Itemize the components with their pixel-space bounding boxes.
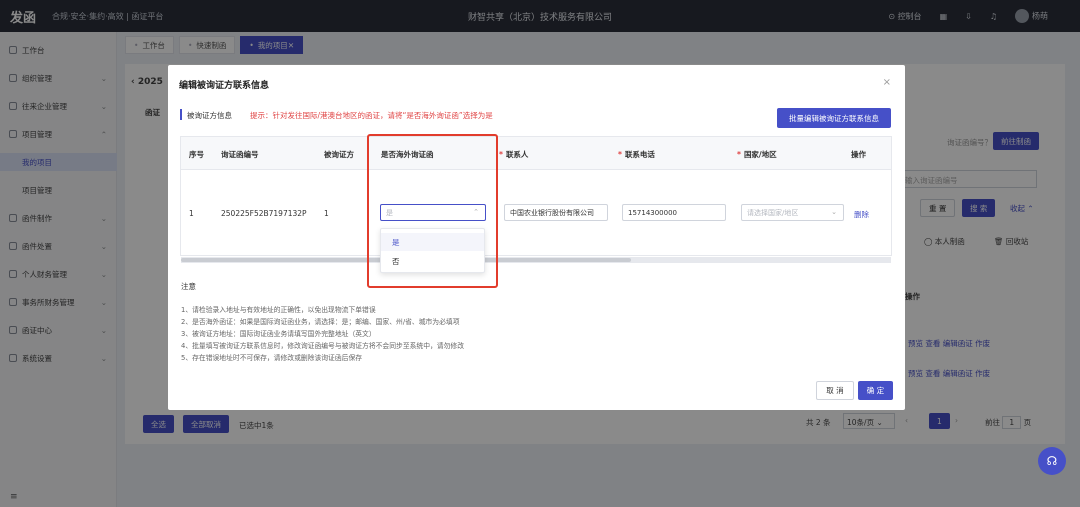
- chevron-down-icon: ⌄: [831, 208, 837, 216]
- phone-input[interactable]: 15714300000: [622, 204, 726, 221]
- note-line: 2、是否海外函证：如果是国际询证函业务，请选择：是；邮编、国家、州/省、城市为必…: [181, 318, 460, 326]
- contact-table: 序号 询证函编号 被询证方 是否海外询证函 * 联系人 * 联系电话 * 国家/地区 …: [180, 136, 892, 263]
- row-index: 1: [189, 209, 194, 218]
- col-phone: * 联系电话: [618, 150, 655, 159]
- section-marker: [180, 109, 182, 120]
- row-number: 250225F52B7197132P: [221, 209, 307, 218]
- notes-title: 注意: [181, 282, 196, 291]
- cancel-button[interactable]: 取 消: [816, 381, 854, 400]
- col-index: 序号: [189, 150, 204, 159]
- col-action: 操作: [851, 150, 866, 159]
- section-title: 被询证方信息: [187, 111, 232, 120]
- confirm-button[interactable]: 确 定: [858, 381, 893, 400]
- col-contact: * 联系人: [499, 150, 529, 159]
- table-header: 序号 询证函编号 被询证方 是否海外询证函 * 联系人 * 联系电话 * 国家/地区 …: [181, 137, 891, 170]
- note-line: 4、批量填写被询证方联系信息时，修改询证函编号与被询证方将不会同步至系统中，请勿…: [181, 342, 464, 350]
- row-party: 1: [324, 209, 329, 218]
- modal-title: 编辑被询证方联系信息: [179, 81, 270, 91]
- note-line: 1、请检验录入地址与有效地址的正确性，以免出现物流下单错误: [181, 306, 376, 314]
- close-icon[interactable]: ×: [883, 77, 891, 88]
- horizontal-scrollbar[interactable]: [181, 257, 891, 263]
- col-number: 询证函编号: [221, 150, 259, 159]
- col-country: * 国家/地区: [737, 150, 777, 159]
- country-select[interactable]: 请选择国家/地区 ⌄: [741, 204, 844, 221]
- note-line: 5、存在错误地址时不可保存，请修改或删除该询证函后保存: [181, 354, 363, 362]
- delete-link[interactable]: 删除: [854, 209, 869, 220]
- edit-contact-modal: 编辑被询证方联系信息 × 被询证方信息 提示：针对发往国际/港澳台地区的函证，请…: [168, 65, 905, 410]
- highlight-annotation: [367, 134, 498, 288]
- contact-input[interactable]: 中国农业银行股份有限公司: [504, 204, 608, 221]
- overseas-hint: 提示：针对发往国际/港澳台地区的函证，请将“是否海外询证函”选择为是: [250, 111, 493, 120]
- batch-edit-button[interactable]: 批量编辑被询证方联系信息: [777, 108, 891, 128]
- note-line: 3、被询证方地址：国际询证函业务请填写国外完整地址（英文）: [181, 330, 376, 338]
- col-party: 被询证方: [324, 150, 354, 159]
- support-headset-icon[interactable]: ☊: [1038, 447, 1066, 475]
